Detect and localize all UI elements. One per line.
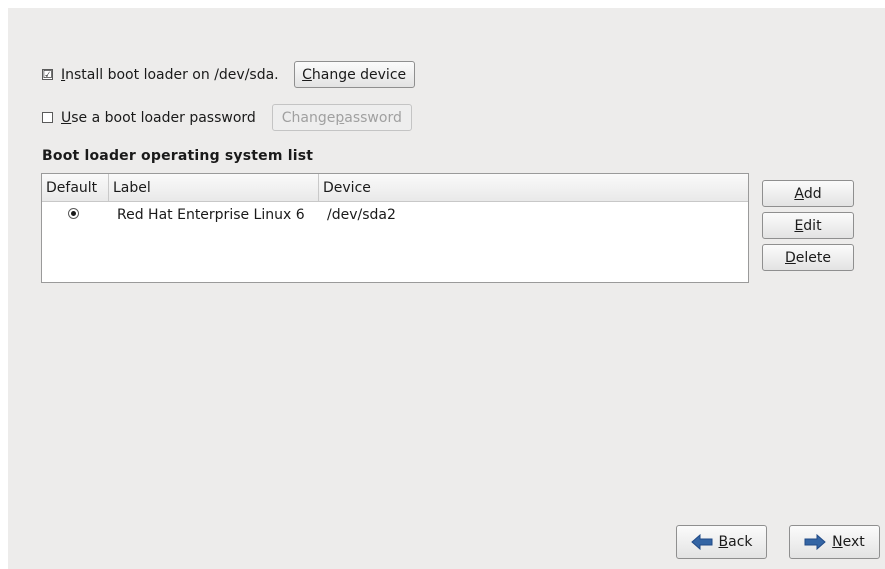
column-default[interactable]: Default: [42, 174, 109, 201]
bootloader-password-row: Use a boot loader password Change p asswo…: [42, 104, 412, 131]
change-password-button[interactable]: Change p assword: [271, 104, 412, 131]
arrow-left-icon: [690, 534, 712, 550]
edit-button[interactable]: Edit: [762, 212, 854, 239]
back-button[interactable]: Back: [676, 525, 767, 559]
os-label-cell: Red Hat Enterprise Linux 6: [117, 207, 305, 223]
os-list-header: Default Label Device: [42, 174, 748, 202]
arrow-right-icon: [804, 534, 826, 550]
install-bootloader-checkbox[interactable]: ☑: [42, 69, 53, 80]
change-device-button[interactable]: Change device: [293, 61, 415, 88]
install-bootloader-row: ☑ Install boot loader on /dev/sda. Chang…: [42, 61, 415, 88]
add-button[interactable]: Add: [762, 180, 854, 207]
delete-button[interactable]: Delete: [762, 244, 854, 271]
os-list-row[interactable]: Red Hat Enterprise Linux 6 /dev/sda2: [42, 202, 748, 228]
column-label[interactable]: Label: [109, 174, 319, 201]
next-button[interactable]: Next: [789, 525, 880, 559]
column-device[interactable]: Device: [319, 174, 748, 201]
os-device-cell: /dev/sda2: [327, 207, 396, 223]
bootloader-panel: [8, 8, 885, 569]
os-list[interactable]: Default Label Device Red Hat Enterprise …: [41, 173, 749, 283]
os-list-heading: Boot loader operating system list: [42, 148, 314, 164]
default-radio[interactable]: [68, 208, 79, 219]
install-bootloader-label[interactable]: Install boot loader on /dev/sda.: [61, 67, 279, 83]
bootloader-password-checkbox[interactable]: [42, 112, 53, 123]
bootloader-password-label[interactable]: Use a boot loader password: [61, 110, 256, 126]
